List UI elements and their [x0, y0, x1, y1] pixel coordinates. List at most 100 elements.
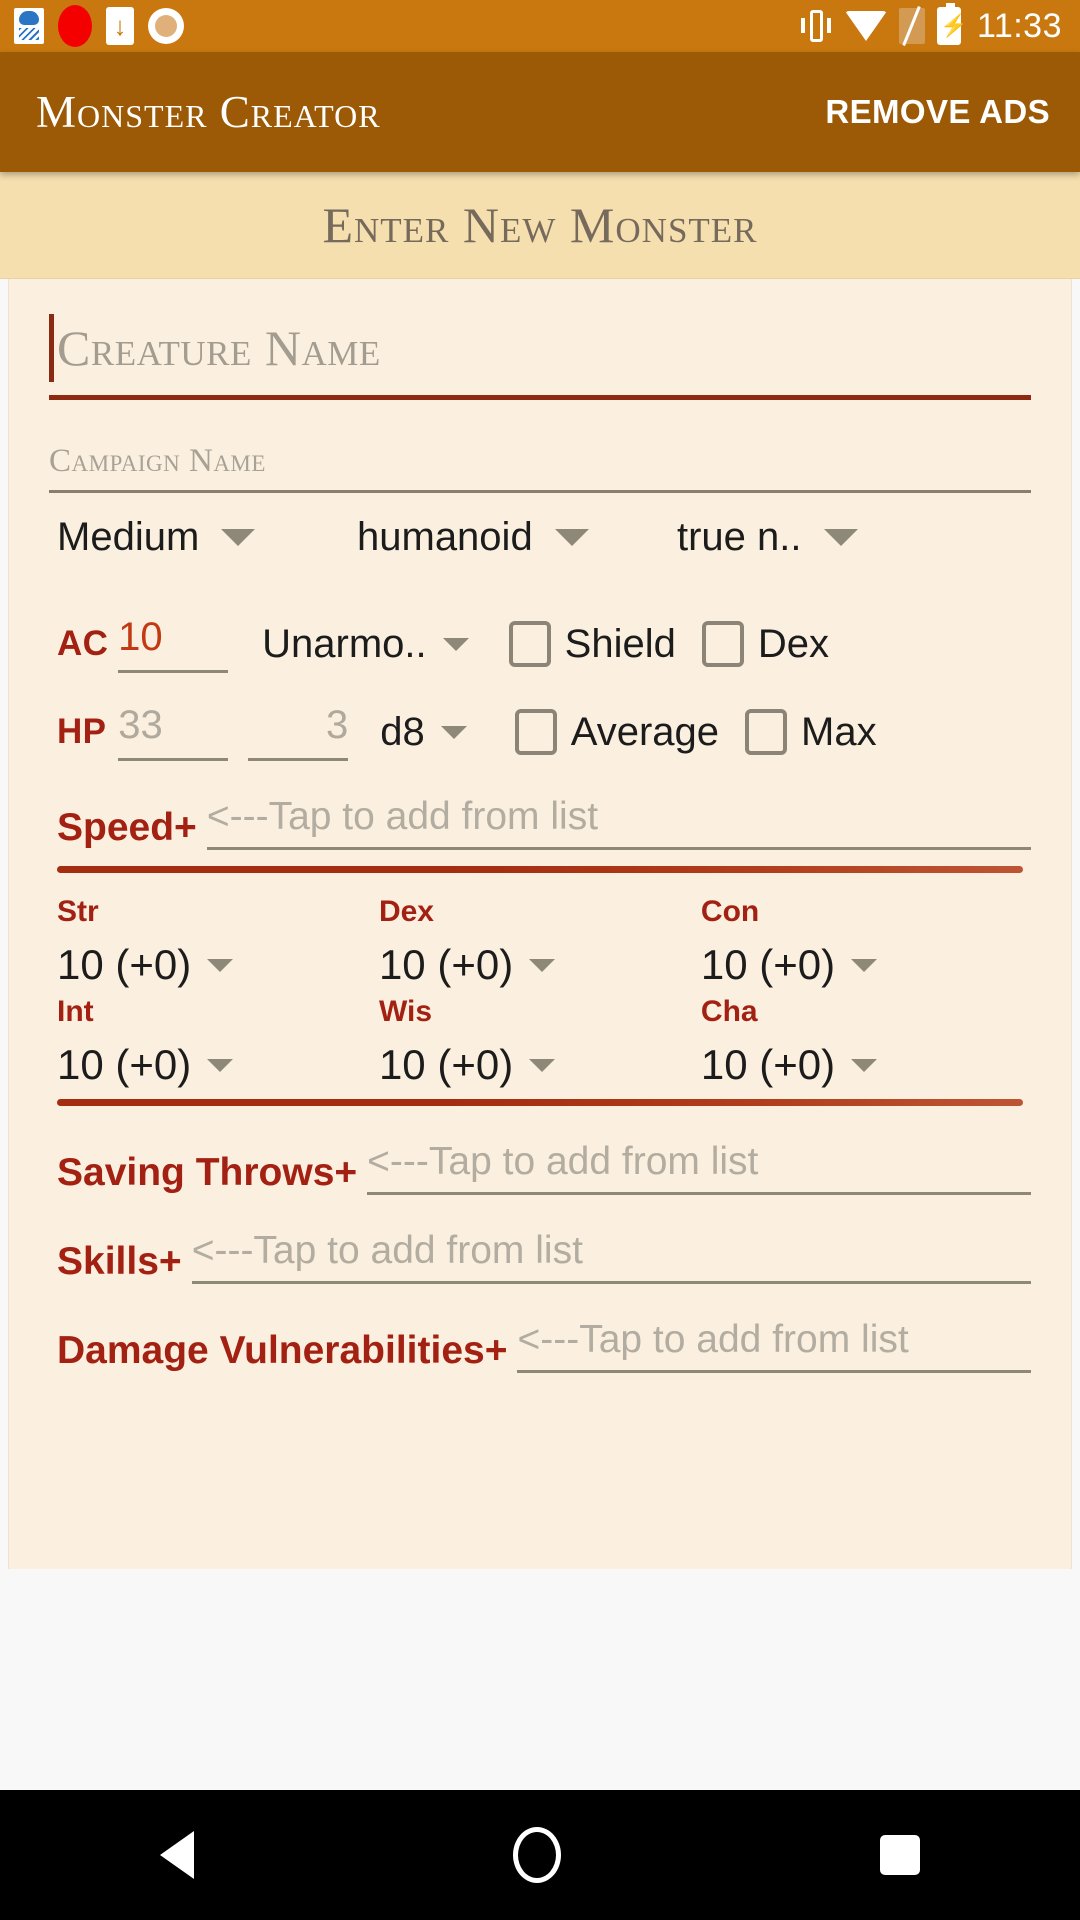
hp-dice-count-placeholder: 3 — [325, 703, 349, 747]
skills-label: Skills+ — [57, 1240, 182, 1283]
damage-vulnerabilities-underline — [517, 1370, 1031, 1373]
ability-dropdown-dex[interactable]: 10 (+0) — [379, 941, 701, 989]
android-navigation-bar — [0, 1790, 1080, 1920]
average-label: Average — [570, 709, 719, 754]
type-dropdown[interactable]: humanoid — [357, 515, 677, 560]
ability-labels-row-1: Str Dex Con — [9, 873, 1071, 929]
ability-value-cha: 10 (+0) — [700, 1041, 836, 1088]
back-icon[interactable] — [159, 1831, 194, 1879]
armor-type-value: Unarmo.. — [262, 621, 427, 666]
status-bar: 11:33 — [0, 0, 1080, 52]
home-icon[interactable] — [512, 1827, 561, 1883]
ability-label-str: Str — [57, 895, 99, 928]
phone-screen: 11:33 Monster Creator REMOVE ADS Enter N… — [0, 0, 1080, 1920]
ac-value-underline — [118, 670, 229, 673]
speed-underline — [206, 847, 1031, 850]
circle-dot-icon — [148, 8, 184, 44]
speed-label: Speed+ — [57, 806, 197, 849]
skills-row[interactable]: Skills+ <---Tap to add from list — [9, 1195, 1071, 1284]
armor-type-dropdown[interactable]: Unarmo.. — [228, 622, 469, 667]
alignment-value: true n.. — [677, 515, 802, 559]
ac-checkbox-group: Shield Dex — [508, 621, 855, 667]
shield-label: Shield — [564, 621, 676, 666]
no-sim-icon — [898, 8, 925, 44]
ac-label: AC — [57, 624, 109, 663]
divider-after-type — [57, 580, 1023, 587]
chevron-down-icon — [851, 1058, 878, 1072]
saving-throws-placeholder: <---Tap to add from list — [367, 1140, 759, 1183]
chevron-down-icon — [529, 1058, 556, 1072]
chevron-down-icon — [207, 1058, 234, 1072]
dex-checkbox[interactable] — [701, 621, 744, 667]
damage-vulnerabilities-field[interactable]: <---Tap to add from list — [517, 1318, 1031, 1373]
skills-field[interactable]: <---Tap to add from list — [191, 1229, 1031, 1284]
remove-ads-button[interactable]: REMOVE ADS — [825, 93, 1050, 131]
creature-name-field[interactable]: Creature Name — [9, 279, 1071, 400]
app-bar: Monster Creator REMOVE ADS — [0, 52, 1080, 172]
hp-total-placeholder: 33 — [118, 703, 163, 747]
alignment-dropdown[interactable]: true n.. — [677, 515, 858, 560]
saving-throws-underline — [367, 1192, 1031, 1195]
section-header-title: Enter New Monster — [322, 197, 758, 253]
ability-dropdown-int[interactable]: 10 (+0) — [57, 1041, 379, 1089]
hit-die-dropdown[interactable]: d8 — [348, 710, 467, 755]
ability-value-int: 10 (+0) — [57, 1041, 192, 1088]
chevron-down-icon — [851, 958, 878, 972]
weather-icon — [14, 8, 44, 44]
max-label: Max — [801, 709, 877, 754]
armor-class-row: AC 10 Unarmo.. Shield Dex — [9, 587, 1071, 673]
ad-banner-area — [0, 1569, 1080, 1669]
chevron-down-icon — [823, 529, 858, 546]
ability-dropdown-str[interactable]: 10 (+0) — [57, 941, 379, 989]
ac-value: 10 — [118, 615, 163, 659]
max-checkbox[interactable] — [745, 709, 787, 755]
ability-dropdown-wis[interactable]: 10 (+0) — [379, 1041, 701, 1089]
ability-label-wis: Wis — [378, 995, 433, 1028]
battery-charging-icon — [936, 3, 961, 45]
ability-label-cha: Cha — [700, 995, 758, 1028]
chevron-down-icon — [529, 958, 556, 972]
damage-vulnerabilities-row[interactable]: Damage Vulnerabilities+ <---Tap to add f… — [9, 1284, 1071, 1373]
hp-dice-count-underline — [248, 758, 349, 761]
creature-name-placeholder: Creature Name — [57, 320, 381, 376]
hp-label: HP — [57, 712, 107, 751]
ability-values-row-2: 10 (+0) 10 (+0) 10 (+0) — [9, 1029, 1071, 1089]
size-dropdown[interactable]: Medium — [57, 515, 357, 560]
size-value: Medium — [57, 515, 200, 559]
ability-value-wis: 10 (+0) — [378, 1041, 514, 1088]
status-bar-right-icons: 11:33 — [799, 3, 1062, 46]
saving-throws-field[interactable]: <---Tap to add from list — [367, 1140, 1031, 1195]
hit-points-row: HP 33 3 d8 Average Max — [9, 673, 1071, 761]
text-cursor — [49, 314, 54, 382]
skills-placeholder: <---Tap to add from list — [191, 1229, 583, 1272]
ability-label-int: Int — [57, 995, 94, 1028]
hp-checkbox-group: Average Max — [514, 709, 903, 755]
vibrate-icon — [799, 7, 833, 45]
saving-throws-label: Saving Throws+ — [57, 1151, 358, 1194]
campaign-name-placeholder: Campaign Name — [49, 443, 266, 479]
ability-dropdown-con[interactable]: 10 (+0) — [701, 941, 1023, 989]
speed-placeholder: <---Tap to add from list — [206, 795, 599, 838]
ability-dropdown-cha[interactable]: 10 (+0) — [701, 1041, 1023, 1089]
status-bar-clock: 11:33 — [976, 6, 1062, 45]
chevron-down-icon — [207, 958, 234, 972]
hp-dice-count-field[interactable]: 3 — [248, 703, 349, 761]
damage-vulnerabilities-label: Damage Vulnerabilities+ — [57, 1329, 508, 1372]
skills-underline — [191, 1281, 1031, 1284]
divider-after-abilities — [57, 1099, 1023, 1106]
type-value: humanoid — [357, 515, 533, 559]
dex-label: Dex — [757, 621, 829, 666]
chevron-down-icon — [221, 529, 256, 546]
speed-field[interactable]: <---Tap to add from list — [206, 795, 1031, 850]
speed-row[interactable]: Speed+ <---Tap to add from list — [9, 761, 1071, 850]
ability-value-con: 10 (+0) — [700, 941, 836, 988]
saving-throws-row[interactable]: Saving Throws+ <---Tap to add from list — [9, 1106, 1071, 1195]
hp-total-field[interactable]: 33 — [118, 703, 229, 761]
average-checkbox[interactable] — [514, 709, 557, 755]
shield-checkbox[interactable] — [508, 621, 551, 667]
damage-vulnerabilities-placeholder: <---Tap to add from list — [517, 1318, 909, 1361]
hit-die-value: d8 — [380, 709, 425, 754]
recents-icon[interactable] — [880, 1835, 921, 1875]
ac-value-field[interactable]: 10 — [118, 615, 229, 673]
campaign-name-field[interactable]: Campaign Name — [9, 400, 1071, 493]
